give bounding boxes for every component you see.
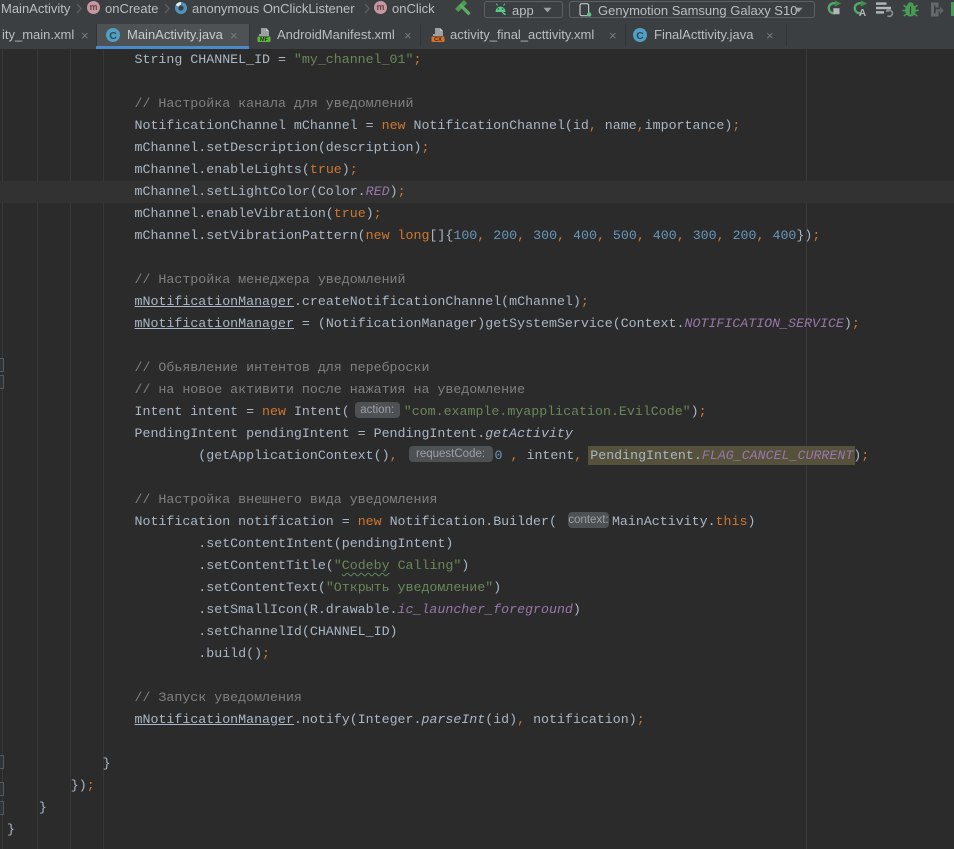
svg-text:C: C xyxy=(636,30,644,42)
svg-text:MF: MF xyxy=(260,37,269,43)
svg-text:A: A xyxy=(859,8,866,17)
svg-text:C: C xyxy=(109,30,117,42)
svg-text:CX: CX xyxy=(434,37,442,43)
